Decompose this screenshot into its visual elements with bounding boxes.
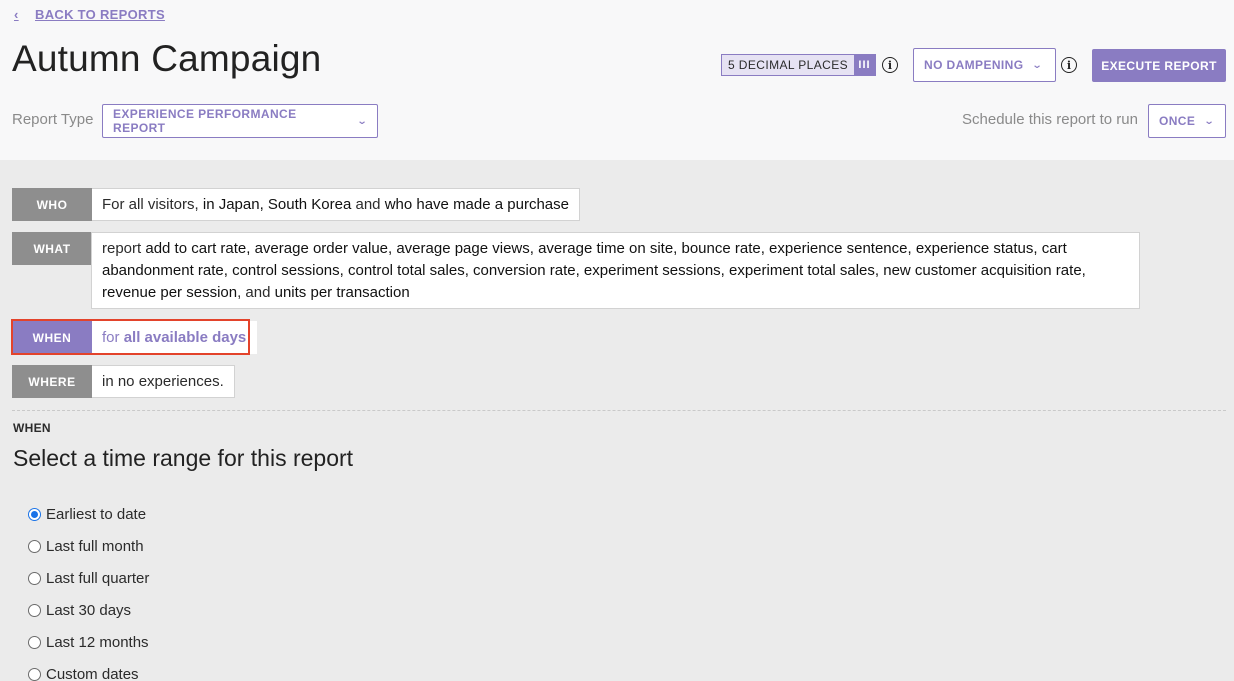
chevron-left-icon: ‹ [14,7,19,22]
decimal-places-toggle[interactable]: 5 DECIMAL PLACES III [721,54,876,76]
report-type-dropdown[interactable]: EXPERIENCE PERFORMANCE REPORT ⌄ [102,104,378,138]
report-header: ‹ BACK TO REPORTS Autumn Campaign 5 DECI… [0,0,1234,160]
decimal-places-handle-icon[interactable]: III [854,55,875,75]
radio-button-checked[interactable] [28,507,41,521]
section-divider [12,410,1226,411]
chevron-down-icon: ⌄ [356,115,369,127]
decimal-info-icon[interactable]: i [882,57,898,73]
radio-button[interactable] [28,539,41,553]
schedule-value: ONCE [1159,114,1196,128]
where-content[interactable]: in no experiences. [92,365,235,398]
radio-button[interactable] [28,603,41,617]
who-behavior: who have made a purchase [384,196,569,213]
when-highlight-box [11,319,250,355]
chevron-down-icon: ⌄ [1032,59,1044,71]
who-tag[interactable]: WHO [12,188,92,221]
execute-report-button[interactable]: EXECUTE REPORT [1092,49,1226,82]
dampening-info-icon[interactable]: i [1061,57,1077,73]
what-text-conj: , and [237,284,275,301]
time-range-options: Earliest to date Last full month Last fu… [28,498,149,681]
time-range-option[interactable]: Last full month [28,530,149,562]
who-content[interactable]: For all visitors, in Japan, South Korea … [92,188,580,221]
time-range-option[interactable]: Last 12 months [28,626,149,658]
dampening-dropdown[interactable]: NO DAMPENING ⌄ [913,48,1056,82]
back-to-reports-label: BACK TO REPORTS [35,7,165,22]
report-type-value: EXPERIENCE PERFORMANCE REPORT [113,107,297,135]
dampening-label: NO DAMPENING [924,58,1024,72]
radio-button[interactable] [28,571,41,585]
decimal-places-label: 5 DECIMAL PLACES [728,58,848,72]
back-to-reports-link[interactable]: ‹ BACK TO REPORTS [14,7,165,22]
who-location: in Japan, South Korea [202,196,352,213]
page-title: Autumn Campaign [12,38,322,79]
schedule-dropdown[interactable]: ONCE ⌄ [1148,104,1226,138]
who-text-prefix: For all visitors, [102,196,203,213]
radio-button[interactable] [28,667,41,681]
time-range-option-label: Earliest to date [46,505,147,523]
when-section-label: WHEN [13,421,51,435]
chevron-down-icon: ⌄ [1203,115,1216,127]
time-range-option-label: Last full month [46,537,144,555]
criteria-who-row[interactable]: WHO For all visitors, in Japan, South Ko… [12,188,580,221]
when-section-title: Select a time range for this report [13,445,354,471]
criteria-where-row[interactable]: WHERE in no experiences. [12,365,235,398]
radio-button[interactable] [28,635,41,649]
time-range-option[interactable]: Custom dates [28,658,149,681]
time-range-option-label: Last 12 months [46,633,149,651]
what-content[interactable]: report add to cart rate, average order v… [91,232,1140,309]
time-range-option[interactable]: Earliest to date [28,498,149,530]
what-text-prefix: report [102,240,146,257]
what-last-metric: units per transaction [274,284,410,301]
where-tag[interactable]: WHERE [12,365,92,398]
time-range-option[interactable]: Last 30 days [28,594,149,626]
schedule-label: Schedule this report to run [962,111,1138,128]
time-range-option-label: Custom dates [46,665,139,681]
what-tag[interactable]: WHAT [12,232,92,265]
time-range-option-label: Last full quarter [46,569,150,587]
time-range-option[interactable]: Last full quarter [28,562,149,594]
criteria-what-row[interactable]: WHAT report add to cart rate, average or… [12,232,1140,309]
report-type-label: Report Type [12,111,94,128]
time-range-option-label: Last 30 days [46,601,132,619]
who-text-mid: and [351,196,385,213]
